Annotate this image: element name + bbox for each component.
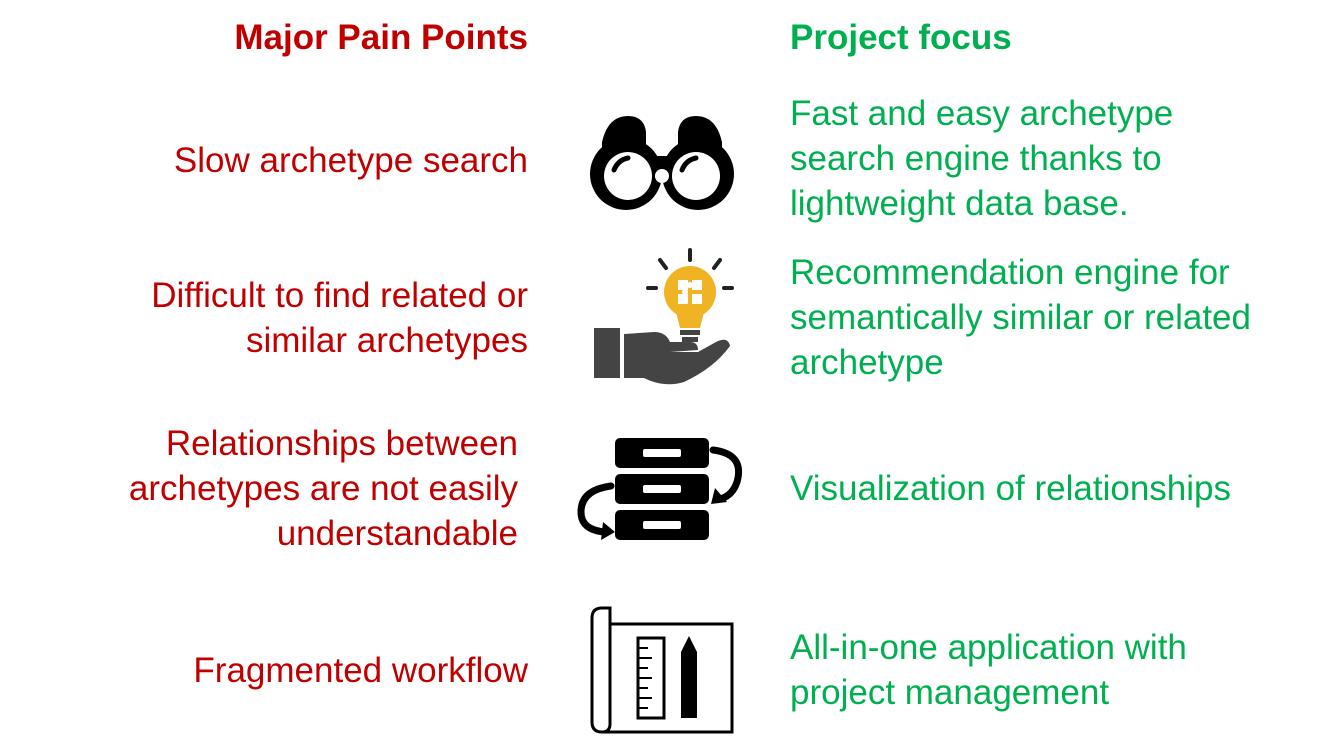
lightbulb-puzzle-hand-icon xyxy=(594,246,734,397)
pain-point-3: Relationships between archetypes are not… xyxy=(128,424,518,553)
project-focus-2: Recommendation engine for semantically s… xyxy=(790,253,1251,382)
pain-point-2: Difficult to find related or similar arc… xyxy=(151,276,528,360)
project-focus-3: Visualization of relationships xyxy=(790,469,1232,508)
project-focus-1: Fast and easy archetype search engine th… xyxy=(790,94,1174,223)
server-sync-icon xyxy=(575,436,751,547)
pain-point-1: Slow archetype search xyxy=(173,141,528,180)
pain-points-header: Major Pain Points xyxy=(234,18,528,57)
binoculars-icon xyxy=(588,112,736,215)
pain-point-4: Fragmented workflow xyxy=(193,651,528,690)
project-focus-4: All-in-one application with project mana… xyxy=(790,628,1187,712)
blueprint-icon xyxy=(588,604,736,743)
project-focus-header: Project focus xyxy=(790,18,1012,57)
